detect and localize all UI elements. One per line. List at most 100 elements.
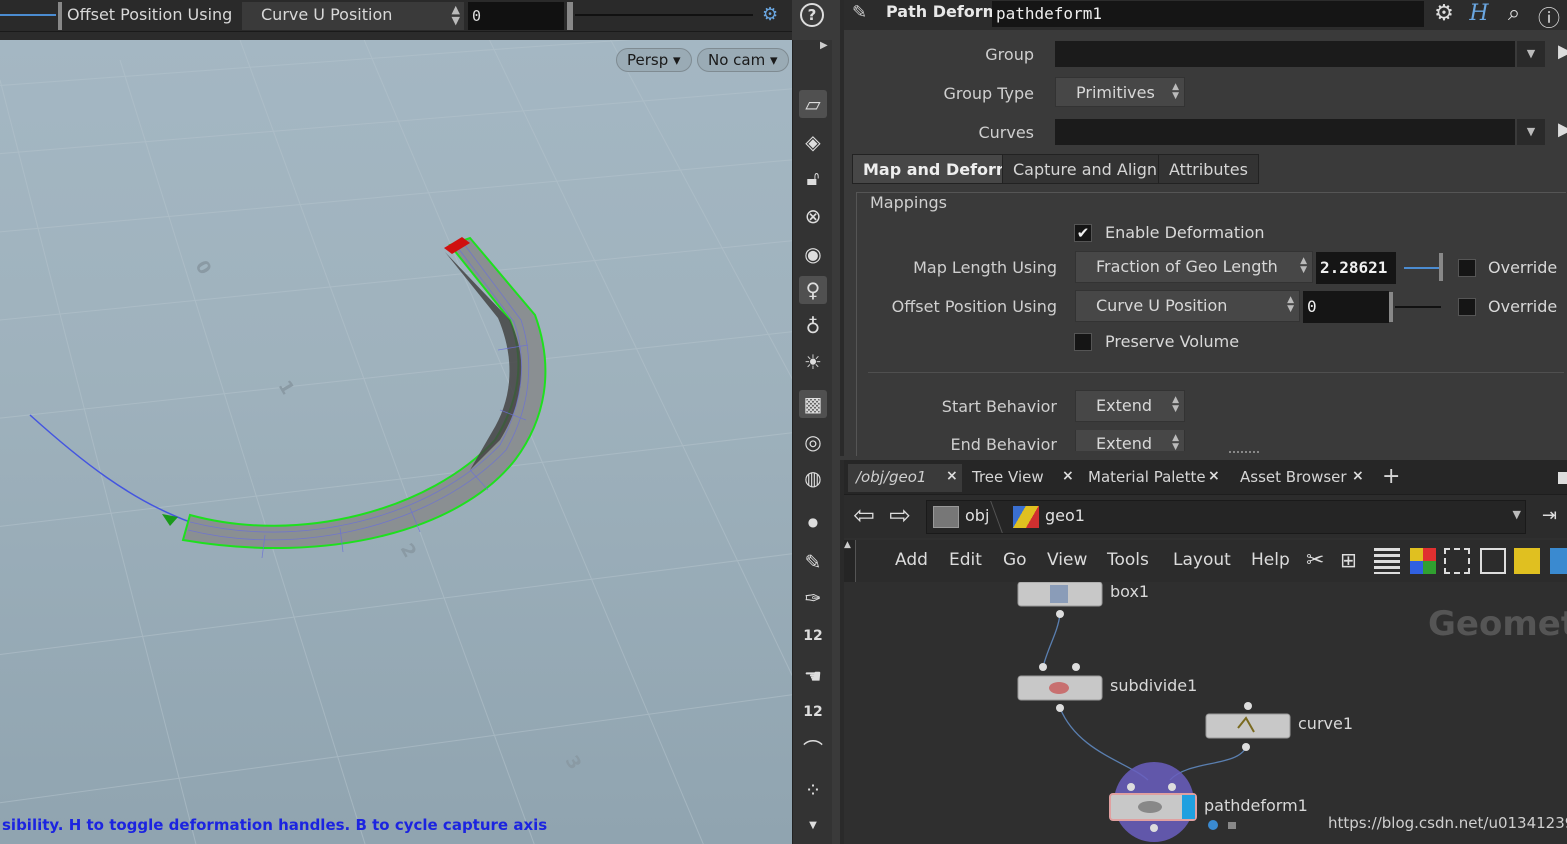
- eye-off-icon[interactable]: ◎: [799, 428, 827, 456]
- help-icon[interactable]: ?: [800, 3, 824, 27]
- guide-curve[interactable]: [29, 414, 191, 523]
- group-select-arrow-icon[interactable]: ▶: [1558, 41, 1567, 67]
- search-icon[interactable]: ⌕: [1499, 1, 1529, 29]
- map-length-slider-handle[interactable]: [1439, 253, 1443, 281]
- preserve-volume-checkbox[interactable]: [1074, 333, 1092, 351]
- shading-cube-icon[interactable]: ▩: [799, 390, 827, 418]
- curve1-node[interactable]: [1205, 713, 1291, 739]
- offset-slider-handle[interactable]: [567, 2, 573, 30]
- menu-edit[interactable]: Edit: [949, 550, 982, 570]
- subdivide1-input-1[interactable]: [1039, 663, 1047, 671]
- pane-menu-icon[interactable]: [1558, 472, 1567, 484]
- headlight-icon[interactable]: ◉: [799, 240, 827, 268]
- pathdeform1-input-2[interactable]: [1168, 783, 1176, 791]
- number-12b-icon[interactable]: 12: [799, 698, 827, 726]
- add-tab-button[interactable]: +: [1374, 464, 1400, 492]
- tab-obj-geo1[interactable]: /obj/geo1 ×: [848, 464, 962, 492]
- forward-arrow-icon[interactable]: ⇨: [886, 503, 914, 531]
- hand-icon[interactable]: ☚: [799, 662, 827, 690]
- subdivide1-output[interactable]: [1056, 704, 1064, 712]
- ghost-icon[interactable]: ◈: [799, 128, 827, 156]
- light-3-icon[interactable]: ☀: [799, 348, 827, 376]
- number-12-icon[interactable]: 12: [799, 622, 827, 650]
- offset-position-slider-handle[interactable]: [1389, 292, 1393, 322]
- snap-icon[interactable]: ⁘: [799, 776, 827, 804]
- toolbar-grip[interactable]: [58, 2, 62, 30]
- offset-position-override-checkbox[interactable]: [1458, 298, 1476, 316]
- offset-position-param-menu[interactable]: Curve U Position ▲ ▼: [1075, 290, 1300, 322]
- close-circle-icon[interactable]: ⊗: [799, 202, 827, 230]
- group-dropdown-icon[interactable]: ▼: [1517, 41, 1545, 67]
- menu-go[interactable]: Go: [1003, 550, 1027, 570]
- 3d-viewport[interactable]: 0 1 2 3 Persp ▾ No cam ▾ sibility. H to …: [0, 40, 792, 844]
- color-palette-icon[interactable]: [1410, 548, 1436, 574]
- point-icon[interactable]: ●: [799, 508, 827, 536]
- tab-material-palette[interactable]: Material Palette ×: [1080, 464, 1224, 492]
- lock-icon[interactable]: 🔓︎: [799, 164, 827, 192]
- sticky-note-icon[interactable]: [1514, 548, 1540, 574]
- network-box-icon[interactable]: [1480, 548, 1506, 574]
- display-options-icon[interactable]: ▱: [799, 90, 827, 118]
- people-settings-icon[interactable]: ⚙: [762, 4, 786, 28]
- offset-number-field[interactable]: 0: [468, 2, 564, 30]
- curve1-output[interactable]: [1242, 743, 1250, 751]
- offset-position-menu[interactable]: Curve U Position ▲ ▼: [242, 2, 464, 30]
- pin-icon[interactable]: ⇥: [1542, 505, 1567, 529]
- pen-icon[interactable]: ✑: [799, 584, 827, 612]
- lock-badge-icon[interactable]: [1228, 822, 1236, 829]
- menu-view[interactable]: View: [1047, 550, 1087, 570]
- image-icon[interactable]: [1550, 548, 1567, 574]
- start-behavior-menu[interactable]: Extend ▲ ▼: [1075, 390, 1185, 422]
- tab-attributes[interactable]: Attributes: [1158, 154, 1259, 184]
- curves-select-arrow-icon[interactable]: ▶: [1558, 119, 1567, 145]
- map-length-number-field[interactable]: 2.28621: [1316, 252, 1396, 284]
- close-icon[interactable]: ×: [1062, 468, 1074, 484]
- pathdeform1-input-1[interactable]: [1127, 783, 1135, 791]
- offset-slider-track[interactable]: [575, 14, 753, 16]
- curve-icon[interactable]: ⌒: [799, 736, 827, 764]
- gear-icon[interactable]: ⚙: [1429, 1, 1459, 29]
- grid-layout-icon[interactable]: [1444, 548, 1470, 574]
- back-arrow-icon[interactable]: ⇦: [850, 503, 878, 531]
- enable-deformation-checkbox[interactable]: ✔: [1074, 224, 1092, 242]
- light-bulb-icon[interactable]: ♀: [799, 276, 827, 304]
- eye-icon[interactable]: ◍: [799, 464, 827, 492]
- houdini-help-icon[interactable]: H: [1464, 1, 1494, 29]
- box1-output[interactable]: [1056, 610, 1064, 618]
- scroll-down-icon[interactable]: ▼: [799, 812, 827, 840]
- offset-position-slider-track[interactable]: [1395, 306, 1441, 308]
- menu-tools[interactable]: Tools: [1107, 550, 1149, 570]
- end-behavior-menu[interactable]: Extend ▲ ▼: [1075, 430, 1185, 451]
- info-icon[interactable]: ⓘ: [1534, 1, 1564, 32]
- group-type-menu[interactable]: Primitives ▲ ▼: [1055, 77, 1185, 107]
- tab-tree-view[interactable]: Tree View ×: [964, 464, 1078, 492]
- map-length-slider-track[interactable]: [1404, 267, 1442, 269]
- close-icon[interactable]: ×: [1208, 468, 1220, 484]
- pathdeform1-output[interactable]: [1150, 824, 1158, 832]
- path-dropdown-icon[interactable]: ▼: [1513, 508, 1521, 521]
- tab-map-and-deform[interactable]: Map and Deform: [852, 154, 1024, 184]
- menu-help[interactable]: Help: [1251, 550, 1290, 570]
- persp-button[interactable]: Persp ▾: [616, 48, 692, 72]
- curves-dropdown-icon[interactable]: ▼: [1517, 119, 1545, 145]
- map-length-menu[interactable]: Fraction of Geo Length ▲ ▼: [1075, 251, 1313, 283]
- close-icon[interactable]: ×: [946, 468, 958, 484]
- menu-add[interactable]: Add: [895, 550, 928, 570]
- wrench-icon[interactable]: ✂: [1306, 548, 1332, 574]
- subdivide1-input-2[interactable]: [1072, 663, 1080, 671]
- path-geo1[interactable]: geo1: [1045, 506, 1085, 525]
- node-graph-canvas[interactable]: Geometr: [848, 582, 1567, 844]
- curve1-input[interactable]: [1244, 702, 1252, 710]
- brush-icon[interactable]: ✎: [799, 548, 827, 576]
- tab-capture-and-align[interactable]: Capture and Align: [1002, 154, 1169, 184]
- tree-icon[interactable]: ⊞: [1340, 548, 1366, 574]
- deformed-box[interactable]: [181, 236, 547, 549]
- tab-asset-browser[interactable]: Asset Browser ×: [1232, 464, 1368, 492]
- group-field[interactable]: [1055, 41, 1515, 67]
- curves-field[interactable]: [1055, 119, 1515, 145]
- pathdeform1-display-flag[interactable]: [1182, 795, 1195, 819]
- map-length-override-checkbox[interactable]: [1458, 259, 1476, 277]
- node-name-field[interactable]: pathdeform1: [992, 1, 1424, 27]
- collapse-arrow-icon[interactable]: ▶: [820, 40, 832, 54]
- list-icon[interactable]: [1374, 548, 1400, 574]
